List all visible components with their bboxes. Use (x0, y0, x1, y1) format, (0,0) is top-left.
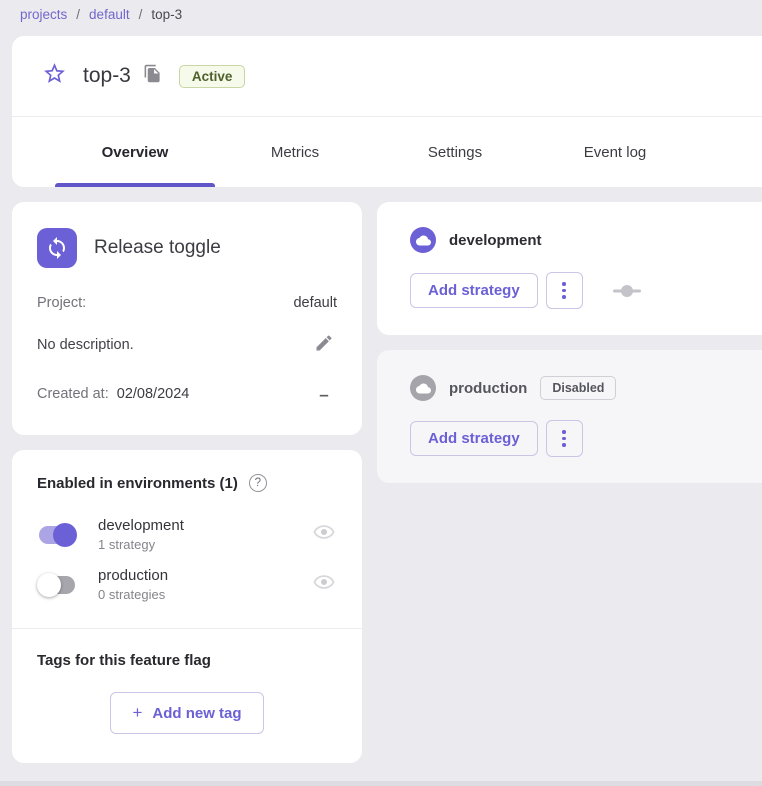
breadcrumb-default[interactable]: default (89, 7, 130, 22)
panel-header: production Disabled (410, 375, 762, 401)
environment-strategy-count: 0 strategies (98, 587, 168, 602)
visibility-button[interactable] (311, 572, 337, 598)
panel-header: development (410, 227, 762, 253)
connection-status-icon (612, 284, 642, 298)
breadcrumb-projects[interactable]: projects (20, 7, 67, 22)
environments-title: Enabled in environments (1) (37, 475, 238, 492)
plus-icon: + (132, 703, 142, 723)
breadcrumb-current: top-3 (151, 7, 182, 22)
add-strategy-button[interactable]: Add strategy (410, 273, 538, 308)
environment-row-development: development 1 strategy (37, 517, 337, 552)
toggle-thumb (53, 523, 77, 547)
more-actions-button[interactable] (546, 420, 583, 457)
breadcrumb-separator: / (76, 7, 80, 22)
kebab-icon (562, 282, 566, 299)
eye-icon (313, 521, 335, 548)
kebab-icon (562, 430, 566, 447)
next-section-edge (0, 781, 762, 786)
main-content: Release toggle Project: default No descr… (12, 202, 762, 763)
tab-event-log[interactable]: Event log (535, 117, 695, 187)
pencil-icon (314, 333, 334, 357)
panel-environment-name: production (449, 380, 527, 397)
tags-section: Tags for this feature flag + Add new tag (12, 629, 362, 763)
environments-section: Enabled in environments (1) ? developmen… (12, 450, 362, 628)
panel-actions: Add strategy (410, 420, 762, 457)
panel-environment-name: development (449, 232, 542, 249)
copy-name-button[interactable] (141, 64, 165, 88)
environment-strategy-count: 1 strategy (98, 537, 184, 552)
add-new-tag-button[interactable]: + Add new tag (110, 692, 263, 734)
tab-overview[interactable]: Overview (55, 117, 215, 187)
status-badge: Active (179, 65, 246, 88)
release-toggle-icon (37, 228, 77, 268)
breadcrumb: projects / default / top-3 (0, 0, 762, 22)
eye-icon (313, 571, 335, 598)
feature-details-card: Release toggle Project: default No descr… (12, 202, 362, 435)
more-actions-button[interactable] (546, 272, 583, 309)
feature-type-label: Release toggle (94, 237, 221, 259)
collapse-button[interactable]: – (311, 381, 337, 407)
edit-description-button[interactable] (311, 332, 337, 358)
feature-header-card: top-3 Active Overview Metrics Settings E… (12, 36, 762, 187)
star-icon (42, 61, 67, 91)
environment-row-production: production 0 strategies (37, 567, 337, 602)
description-text: No description. (37, 337, 134, 353)
environments-card: Enabled in environments (1) ? developmen… (12, 450, 362, 763)
feature-type-row: Release toggle (37, 228, 337, 268)
favorite-button[interactable] (41, 63, 67, 89)
environment-name: development (98, 517, 184, 534)
production-toggle[interactable] (37, 573, 77, 597)
created-row: Created at: 02/08/2024 – (37, 381, 337, 407)
visibility-button[interactable] (311, 522, 337, 548)
environments-heading: Enabled in environments (1) ? (37, 474, 337, 492)
breadcrumb-separator: / (139, 7, 143, 22)
feature-header-row: top-3 Active (12, 36, 762, 116)
copy-icon (143, 64, 162, 88)
tab-metrics[interactable]: Metrics (215, 117, 375, 187)
created-value: 02/08/2024 (117, 386, 190, 402)
project-row: Project: default (37, 295, 337, 311)
page-title: top-3 (83, 64, 131, 88)
panel-actions: Add strategy (410, 272, 762, 309)
active-tab-indicator (55, 183, 215, 187)
minus-icon: – (319, 386, 328, 403)
production-strategies-panel: production Disabled Add strategy (377, 350, 762, 483)
help-icon[interactable]: ? (249, 474, 267, 492)
add-strategy-button[interactable]: Add strategy (410, 421, 538, 456)
development-strategies-panel: development Add strategy (377, 202, 762, 335)
cloud-icon (410, 227, 436, 253)
add-new-tag-label: Add new tag (152, 705, 241, 722)
project-label: Project: (37, 295, 86, 311)
environment-name: production (98, 567, 168, 584)
right-column: development Add strategy prod (377, 202, 762, 483)
cloud-icon (410, 375, 436, 401)
tab-settings[interactable]: Settings (375, 117, 535, 187)
tab-bar: Overview Metrics Settings Event log (12, 117, 762, 187)
disabled-badge: Disabled (540, 376, 616, 400)
created-label: Created at: (37, 386, 109, 402)
left-column: Release toggle Project: default No descr… (12, 202, 362, 763)
project-value: default (293, 295, 337, 311)
tags-title: Tags for this feature flag (37, 652, 337, 669)
description-row: No description. (37, 332, 337, 358)
toggle-thumb (37, 573, 61, 597)
development-toggle[interactable] (37, 523, 77, 547)
